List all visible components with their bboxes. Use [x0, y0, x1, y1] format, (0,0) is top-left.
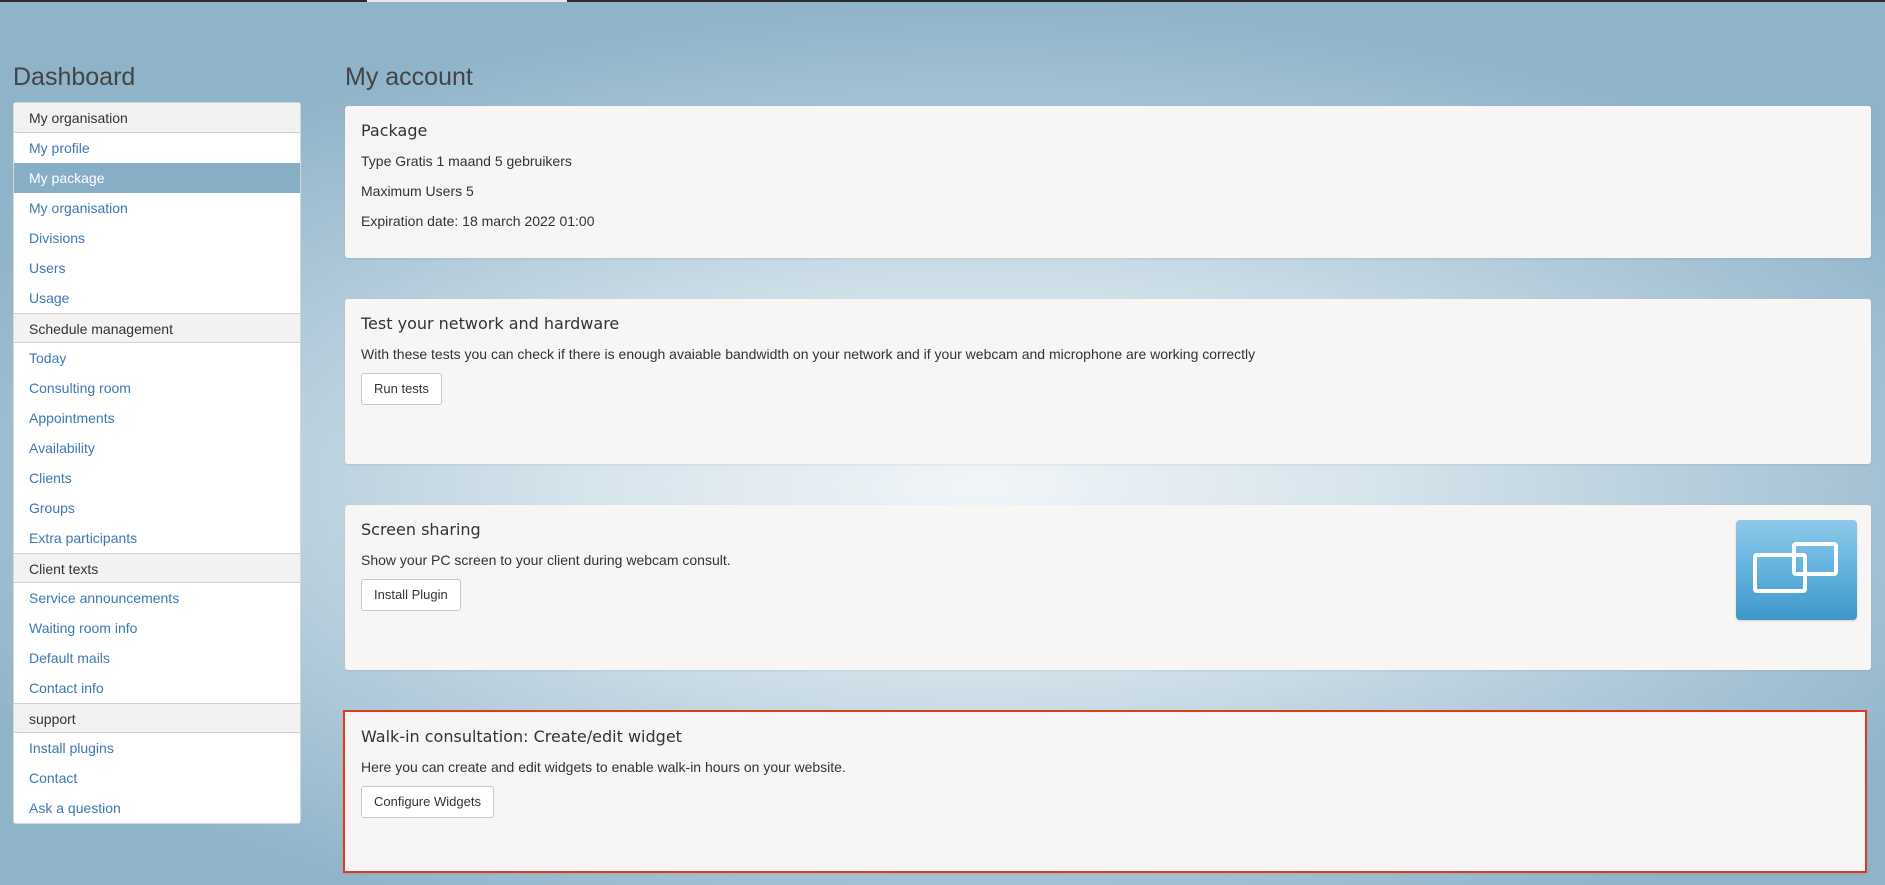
package-type: Type Gratis 1 maand 5 gebruikers [361, 153, 572, 169]
walkin-widget-description: Here you can create and edit widgets to … [361, 759, 846, 775]
sidebar-item-availability[interactable]: Availability [14, 433, 300, 463]
sidebar-item-usage[interactable]: Usage [14, 283, 300, 313]
sidebar-item-my-profile[interactable]: My profile [14, 133, 300, 163]
sidebar-item-clients[interactable]: Clients [14, 463, 300, 493]
sidebar-section-schedule-management: Schedule management [14, 313, 300, 343]
test-network-card: Test your network and hardware With thes… [345, 299, 1871, 464]
sidebar-item-default-mails[interactable]: Default mails [14, 643, 300, 673]
sidebar-item-contact[interactable]: Contact [14, 763, 300, 793]
screen-sharing-icon [1736, 520, 1857, 620]
screen-sharing-title: Screen sharing [361, 520, 481, 539]
configure-widgets-button[interactable]: Configure Widgets [361, 786, 494, 818]
sidebar-item-contact-info[interactable]: Contact info [14, 673, 300, 703]
screen-sharing-icon-graphic [1753, 542, 1838, 593]
dashboard-title: Dashboard [13, 63, 136, 91]
sidebar-section-client-texts: Client texts [14, 553, 300, 583]
package-title: Package [361, 121, 428, 140]
sidebar-item-ask-a-question[interactable]: Ask a question [14, 793, 300, 823]
sidebar-item-service-announcements[interactable]: Service announcements [14, 583, 300, 613]
sidebar-item-extra-participants[interactable]: Extra participants [14, 523, 300, 553]
top-bar-tab [367, 0, 567, 2]
sidebar-item-divisions[interactable]: Divisions [14, 223, 300, 253]
sidebar-item-install-plugins[interactable]: Install plugins [14, 733, 300, 763]
package-expiration: Expiration date: 18 march 2022 01:00 [361, 213, 595, 229]
test-network-description: With these tests you can check if there … [361, 346, 1256, 362]
sidebar-item-my-package[interactable]: My package [14, 163, 300, 193]
page-title: My account [345, 63, 473, 91]
sidebar-section-support: support [14, 703, 300, 733]
test-network-title: Test your network and hardware [361, 314, 620, 333]
screen-sharing-description: Show your PC screen to your client durin… [361, 552, 731, 568]
package-max-users: Maximum Users 5 [361, 183, 474, 199]
sidebar-item-waiting-room-info[interactable]: Waiting room info [14, 613, 300, 643]
sidebar-item-users[interactable]: Users [14, 253, 300, 283]
sidebar-item-appointments[interactable]: Appointments [14, 403, 300, 433]
install-plugin-button[interactable]: Install Plugin [361, 579, 461, 611]
sidebar-item-today[interactable]: Today [14, 343, 300, 373]
top-bar [0, 0, 1885, 2]
sidebar: My organisation My profile My package My or… [13, 102, 301, 824]
sidebar-section-my-organisation: My organisation [14, 103, 300, 133]
package-card: Package Type Gratis 1 maand 5 gebruikers… [345, 106, 1871, 258]
sidebar-item-my-organisation[interactable]: My organisation [14, 193, 300, 223]
walkin-widget-card: Walk-in consultation: Create/edit widget… [343, 710, 1867, 873]
sidebar-item-groups[interactable]: Groups [14, 493, 300, 523]
screen-sharing-card: Screen sharing Show your PC screen to yo… [345, 505, 1871, 670]
walkin-widget-title: Walk-in consultation: Create/edit widget [361, 727, 682, 746]
sidebar-item-consulting-room[interactable]: Consulting room [14, 373, 300, 403]
run-tests-button[interactable]: Run tests [361, 373, 442, 405]
